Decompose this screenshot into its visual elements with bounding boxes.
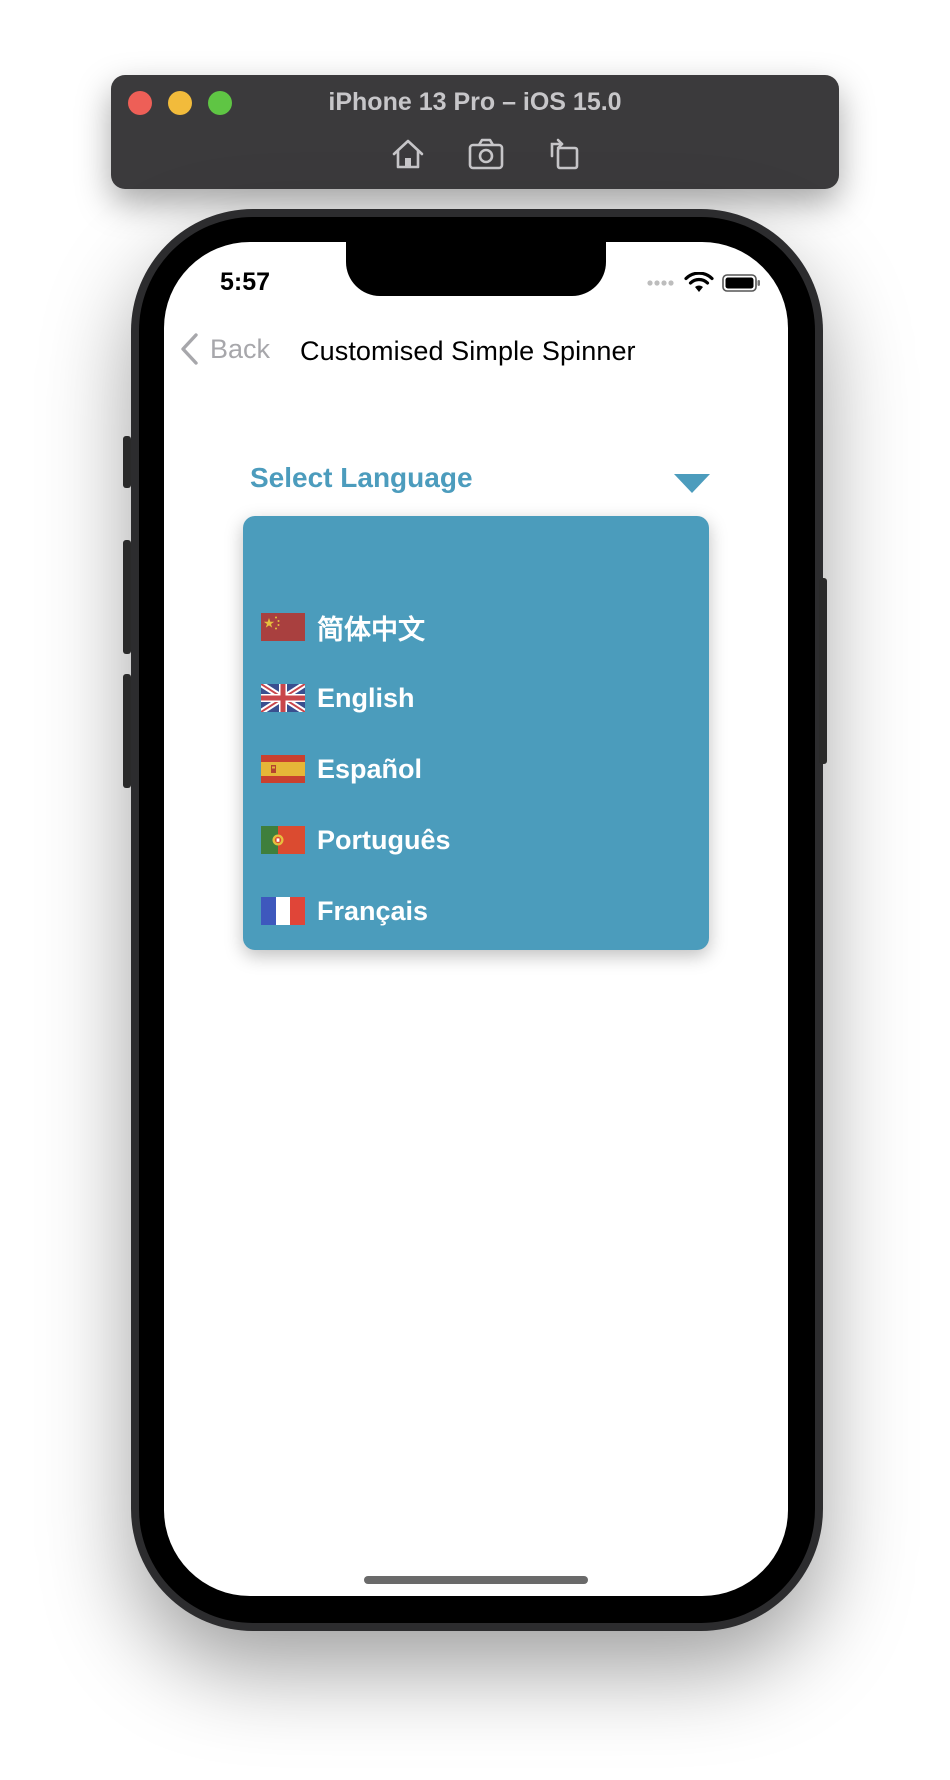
- option-label: Français: [317, 895, 429, 926]
- language-spinner[interactable]: Select Language: [250, 452, 710, 508]
- signal-icon: [647, 280, 674, 286]
- uk-flag-icon: [261, 684, 305, 712]
- wifi-icon: [684, 272, 714, 292]
- spinner-label: Select Language: [250, 462, 473, 493]
- desktop-background: iPhone 13 Pro – iOS 15.0 5:57 Back Custo…: [0, 0, 950, 1780]
- france-flag-icon: [261, 897, 305, 925]
- dropdown-arrow-icon: [674, 474, 710, 493]
- silent-switch: [123, 436, 131, 488]
- option-label: Español: [317, 753, 423, 784]
- screenshot-icon[interactable]: [466, 134, 506, 174]
- language-option-portuguese[interactable]: Português: [261, 810, 691, 870]
- volume-down-button: [123, 674, 131, 788]
- phone-screen: 5:57 Back Customised Simple Spinner Sele…: [164, 242, 788, 1596]
- volume-up-button: [123, 540, 131, 654]
- language-option-english[interactable]: English: [261, 668, 691, 728]
- home-indicator[interactable]: [364, 1576, 588, 1584]
- spain-flag-icon: [261, 755, 305, 783]
- language-option-french[interactable]: Français: [261, 881, 691, 941]
- chevron-left-icon: [181, 333, 198, 365]
- option-label: Português: [317, 824, 451, 855]
- notch: [346, 242, 606, 296]
- simulator-title: iPhone 13 Pro – iOS 15.0: [328, 88, 622, 116]
- rotate-icon[interactable]: [544, 134, 584, 174]
- power-button: [819, 578, 827, 764]
- option-label: 简体中文: [317, 614, 425, 645]
- status-icons: [646, 272, 762, 294]
- back-label: Back: [210, 333, 271, 364]
- option-label: English: [317, 682, 415, 713]
- language-dropdown: 简体中文 English Español Português Français: [243, 516, 709, 950]
- battery-icon: [722, 274, 760, 292]
- language-option-chinese[interactable]: 简体中文: [261, 597, 691, 657]
- language-option-spanish[interactable]: Español: [261, 739, 691, 799]
- portugal-flag-icon: [261, 826, 305, 854]
- nav-title: Customised Simple Spinner: [300, 336, 636, 366]
- home-icon[interactable]: [388, 134, 428, 174]
- status-time: 5:57: [220, 268, 271, 296]
- china-flag-icon: [261, 613, 305, 641]
- back-button[interactable]: Back: [178, 332, 270, 366]
